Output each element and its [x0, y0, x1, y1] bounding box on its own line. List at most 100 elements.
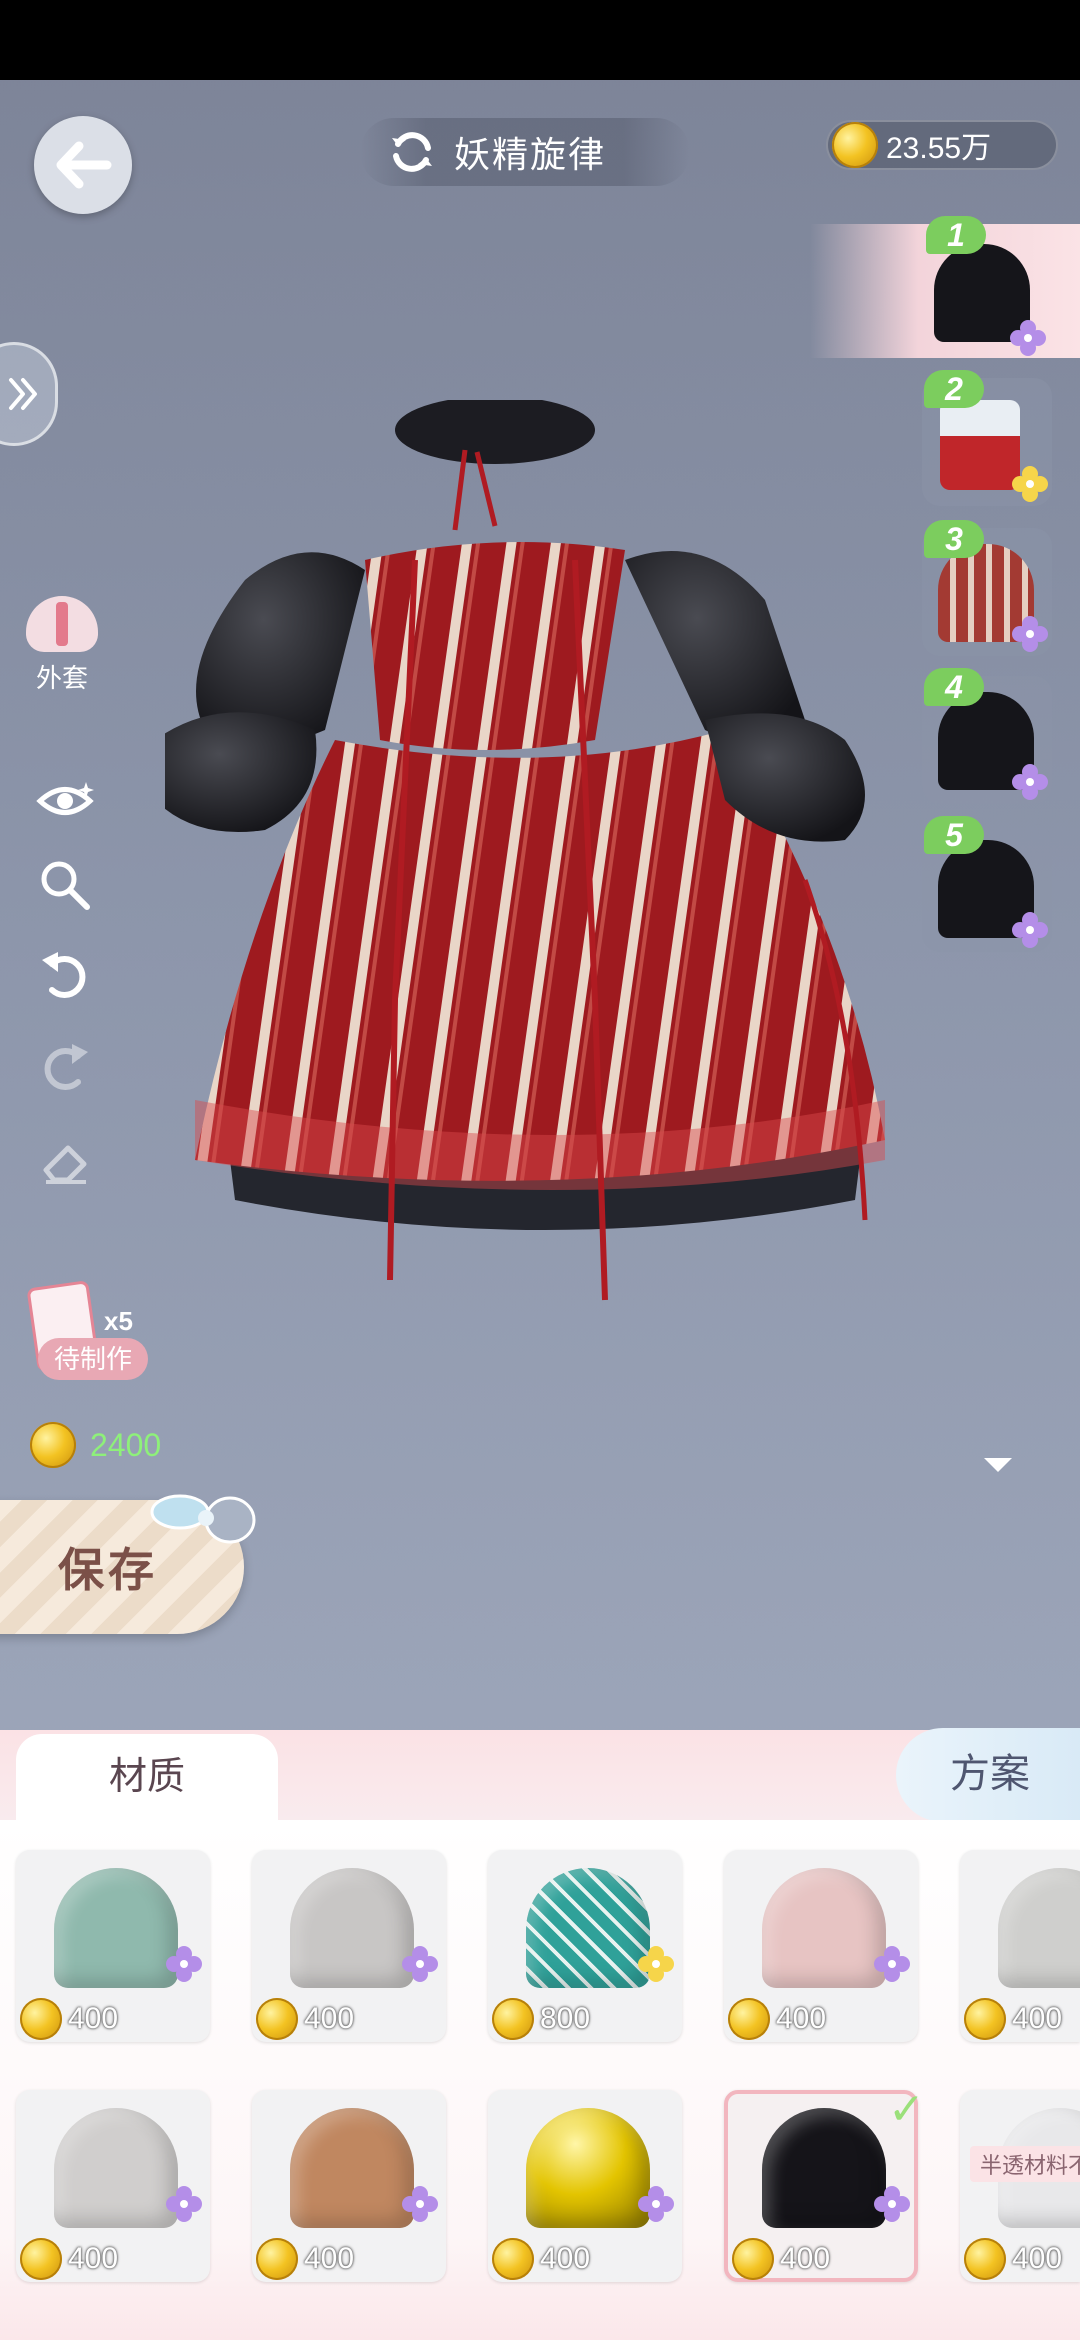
yellow-flower-icon: [1012, 466, 1048, 502]
purple-flower-icon: [402, 2186, 438, 2222]
back-button[interactable]: [34, 116, 132, 214]
coin-icon: [832, 122, 878, 168]
status-bar: [0, 0, 1080, 80]
coin-icon: [964, 2238, 1006, 2280]
material-swatch: [526, 1868, 650, 1988]
undo-icon: [42, 952, 86, 998]
coin-icon: [492, 1998, 534, 2040]
pending-label[interactable]: 待制作: [38, 1338, 148, 1380]
purple-flower-icon: [1010, 320, 1046, 356]
material-price: 400: [20, 1998, 118, 2040]
slot-4[interactable]: 4: [922, 668, 1052, 804]
material-price: 400: [256, 2238, 354, 2280]
material-price: 400: [732, 2238, 830, 2280]
purple-flower-icon: [166, 1946, 202, 1982]
making-cost: 2400: [30, 1422, 161, 1468]
zoom-button[interactable]: [34, 854, 96, 916]
coat-icon: [26, 596, 98, 652]
coin-icon: [728, 1998, 770, 2040]
slot-5[interactable]: 5: [922, 816, 1052, 952]
coin-icon: [256, 2238, 298, 2280]
material-item[interactable]: 800: [488, 1850, 682, 2042]
yellow-flower-icon: [638, 1946, 674, 1982]
purple-flower-icon: [1012, 912, 1048, 948]
outfit-title[interactable]: 妖精旋律: [360, 118, 690, 186]
checkmark-icon: ✓: [888, 2085, 925, 2134]
material-item[interactable]: 400: [16, 2090, 210, 2282]
eye-sparkle-icon: [36, 782, 94, 815]
material-swatch: [54, 2108, 178, 2228]
material-price: 400: [20, 2238, 118, 2280]
coin-balance[interactable]: 23.55万: [826, 120, 1058, 170]
coin-icon: [20, 2238, 62, 2280]
slot-5-number: 5: [924, 816, 984, 854]
material-item[interactable]: 400: [724, 1850, 918, 2042]
purple-flower-icon: [402, 1946, 438, 1982]
material-item[interactable]: 400: [16, 1850, 210, 2042]
coin-icon: [256, 1998, 298, 2040]
material-panel: 材质 方案 400 400 800 400 400 400 400 400 ✓ …: [0, 1728, 1080, 2340]
magnifier-icon: [41, 861, 90, 910]
purple-flower-icon: [874, 2186, 910, 2222]
redo-icon: [44, 1044, 88, 1090]
material-item[interactable]: 400: [252, 2090, 446, 2282]
purple-flower-icon: [1012, 616, 1048, 652]
pending-count: x5: [104, 1306, 133, 1336]
outfit-title-text: 妖精旋律: [454, 134, 607, 175]
coin-icon: [732, 2238, 774, 2280]
purple-flower-icon: [874, 1946, 910, 1982]
slot-3-number: 3: [924, 520, 984, 558]
undo-button[interactable]: [34, 942, 96, 1004]
material-price: 800: [492, 1998, 590, 2040]
material-price: 400: [256, 1998, 354, 2040]
coin-icon: [30, 1422, 76, 1468]
purple-flower-icon: [638, 2186, 674, 2222]
dropdown-arrow-icon[interactable]: [984, 1458, 1012, 1472]
preview-toggle-button[interactable]: [34, 770, 96, 832]
semi-transparent-note: 半透材料不: [970, 2146, 1080, 2182]
category-coat[interactable]: 外套: [22, 596, 102, 695]
redo-button[interactable]: [34, 1034, 96, 1096]
coin-icon: [20, 1998, 62, 2040]
material-swatch: [290, 1868, 414, 1988]
slot-4-number: 4: [924, 668, 984, 706]
expand-panel-button[interactable]: [0, 342, 58, 446]
material-item[interactable]: 400: [488, 2090, 682, 2282]
slot-3[interactable]: 3: [922, 520, 1052, 656]
slot-1[interactable]: 1: [810, 216, 1080, 358]
material-item-selected[interactable]: ✓ 400: [724, 2085, 925, 2282]
slot-1-number: 1: [926, 216, 986, 254]
material-price: 400: [492, 2238, 590, 2280]
eraser-icon: [43, 1145, 87, 1184]
dress-3d-preview[interactable]: [165, 400, 925, 1320]
purple-flower-icon: [1012, 764, 1048, 800]
tab-material[interactable]: 材质: [16, 1734, 278, 1824]
slot-2-thumbnail: [940, 400, 1020, 490]
material-swatch: [762, 1868, 886, 1988]
back-arrow-icon: [56, 141, 112, 189]
material-price: 400: [964, 2238, 1062, 2280]
material-swatch: [54, 1868, 178, 1988]
material-swatch: [998, 1868, 1080, 1988]
double-chevron-right-icon: [9, 378, 37, 410]
material-price: 400: [728, 1998, 826, 2040]
material-swatch: [762, 2108, 886, 2228]
slot-2-number: 2: [924, 370, 984, 408]
tab-plan[interactable]: 方案: [896, 1728, 1080, 1822]
making-cost-value: 2400: [90, 1426, 162, 1463]
refresh-icon: [392, 132, 432, 172]
purple-flower-icon: [166, 2186, 202, 2222]
material-item[interactable]: 半透材料不 400: [960, 2090, 1080, 2282]
coin-icon: [964, 1998, 1006, 2040]
save-button-label: 保存: [58, 1543, 158, 1597]
material-item[interactable]: 400: [252, 1850, 446, 2042]
coin-balance-value: 23.55万: [886, 132, 992, 165]
material-item[interactable]: 400: [960, 1850, 1080, 2042]
eraser-button[interactable]: [34, 1132, 96, 1194]
material-price: 400: [964, 1998, 1062, 2040]
material-swatch: [290, 2108, 414, 2228]
coin-icon: [492, 2238, 534, 2280]
category-coat-label: 外套: [35, 663, 88, 693]
bow-decoration-icon: [150, 1494, 256, 1544]
slot-2[interactable]: 2: [922, 370, 1052, 506]
